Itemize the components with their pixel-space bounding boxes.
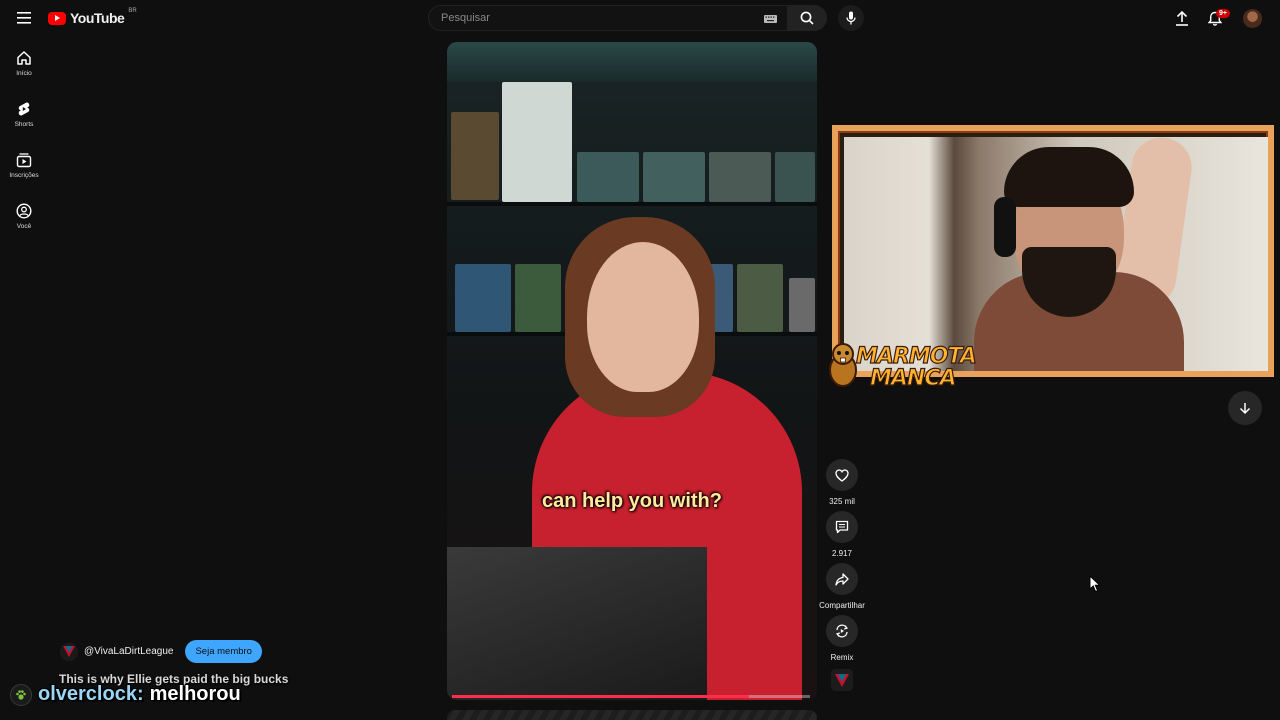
country-code: BR <box>128 8 137 14</box>
channel-logo-icon <box>63 646 75 657</box>
avatar[interactable] <box>1243 9 1262 28</box>
video-shelf <box>447 202 817 206</box>
remix-icon <box>836 624 848 638</box>
share-button[interactable]: Compartilhar <box>819 563 865 610</box>
webcam-headset <box>994 197 1016 257</box>
next-short-button[interactable] <box>1228 391 1262 425</box>
video-product-box <box>709 152 771 202</box>
video-product-box <box>515 264 561 332</box>
short-video-player[interactable] <box>447 42 817 700</box>
chat-badge <box>10 683 32 706</box>
channel-row: @VivaLaDirtLeague Seja membro <box>60 640 262 663</box>
sidebar-item-label: Inscrições <box>9 172 39 179</box>
sidebar-item-label: Shorts <box>14 121 34 128</box>
channel-thumbnail[interactable] <box>831 669 853 691</box>
join-button[interactable]: Seja membro <box>185 640 262 663</box>
sidebar-item-you[interactable]: Você <box>0 203 48 230</box>
hamburger-icon <box>17 12 31 24</box>
paw-icon <box>16 689 26 700</box>
voice-search-button[interactable] <box>838 5 864 31</box>
heart-icon <box>835 468 849 482</box>
search-button[interactable] <box>787 5 827 31</box>
video-monitor <box>447 547 707 700</box>
video-ceiling <box>447 42 817 82</box>
stream-brand-logo: MARMOTA MANCA <box>828 338 1008 398</box>
video-product-box <box>451 112 499 200</box>
comment-count: 2.917 <box>831 549 853 558</box>
marmot-mascot-icon <box>829 343 857 387</box>
webcam-streamer-hair <box>1004 147 1134 207</box>
stream-brand-line2: MANCA <box>869 365 957 391</box>
search-icon <box>800 11 814 25</box>
notification-count-badge: 9+ <box>1216 9 1230 18</box>
comment-icon <box>835 520 849 534</box>
sidebar-item-label: Início <box>16 70 32 77</box>
mouse-cursor-icon <box>1089 575 1101 593</box>
sidebar-item-shorts[interactable]: Shorts <box>0 101 48 128</box>
arrow-down-icon <box>1239 402 1251 414</box>
like-count: 325 mil <box>829 497 855 506</box>
video-caption: can help you with? <box>541 490 722 512</box>
share-icon <box>835 572 849 586</box>
remix-button[interactable]: Remix <box>826 615 858 662</box>
video-product-box <box>789 278 815 332</box>
keyboard-icon[interactable] <box>764 15 777 23</box>
search-box[interactable] <box>428 5 788 31</box>
microphone-icon <box>846 11 856 25</box>
webcam-background <box>844 133 1268 371</box>
video-product-box <box>737 264 783 332</box>
channel-avatar[interactable] <box>60 642 78 661</box>
channel-logo-icon <box>835 673 849 687</box>
next-short-preview[interactable] <box>447 710 817 720</box>
video-product-box <box>502 82 572 202</box>
video-product-box <box>577 152 639 202</box>
video-person-face <box>587 242 699 392</box>
sidebar-item-label: Você <box>16 223 32 230</box>
youtube-logo[interactable]: YouTube BR <box>48 8 137 26</box>
sidebar-item-subscriptions[interactable]: Inscrições <box>0 152 48 179</box>
remix-label: Remix <box>830 653 854 662</box>
youtube-play-icon <box>48 11 66 25</box>
video-product-box <box>643 152 705 202</box>
like-button[interactable]: 325 mil <box>826 459 858 506</box>
subscriptions-icon <box>16 153 32 168</box>
brand-name: YouTube <box>70 10 125 26</box>
channel-handle[interactable]: @VivaLaDirtLeague <box>84 646 173 657</box>
shorts-icon <box>18 102 30 116</box>
you-icon <box>16 203 32 219</box>
chat-message: melhorou <box>149 683 241 705</box>
chat-username: olverclock: <box>38 683 144 705</box>
video-product-box <box>775 152 815 202</box>
upload-icon <box>1176 10 1188 26</box>
chat-message-overlay: olverclock: melhorou <box>10 683 241 706</box>
notifications-button[interactable] <box>1195 0 1235 38</box>
share-label: Compartilhar <box>819 601 865 610</box>
progress-fill <box>452 695 750 698</box>
video-product-box <box>455 264 511 332</box>
menu-button[interactable] <box>4 0 44 38</box>
comments-button[interactable]: 2.917 <box>826 511 858 558</box>
sidebar-item-home[interactable]: Início <box>0 50 48 77</box>
home-icon <box>17 51 31 65</box>
search-input[interactable] <box>439 11 753 25</box>
